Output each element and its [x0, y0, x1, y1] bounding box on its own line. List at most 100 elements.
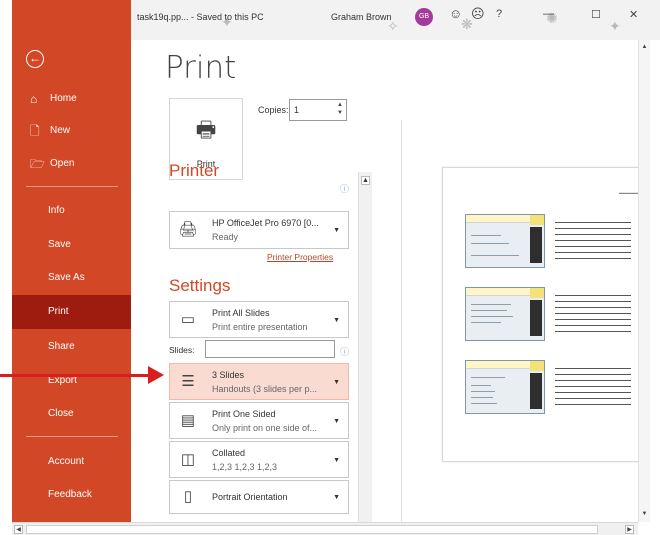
close-icon[interactable]: ✕	[629, 8, 638, 21]
chevron-down-icon: ▼	[333, 418, 340, 425]
setting-line1: Print One Sided	[212, 409, 276, 419]
title-bar: ✦ ✧ ❋ ✺ ✦ task19q.pp... - Saved to this …	[131, 0, 660, 40]
scroll-up-icon[interactable]: ▲	[361, 176, 370, 185]
backstage-nav: ← ⌂ Home 🗋 New 🗁 Open Info Save Save As …	[12, 0, 131, 522]
scroll-down-icon[interactable]: ▼	[640, 510, 649, 519]
nav-item-new[interactable]: 🗋 New	[12, 114, 131, 148]
horizontal-scrollbar[interactable]: ◀ ▶	[12, 522, 638, 535]
nav-item-label: Account	[48, 456, 85, 467]
nav-item-open[interactable]: 🗁 Open	[12, 147, 131, 181]
user-name[interactable]: Graham Brown	[331, 12, 392, 22]
nav-divider	[26, 436, 118, 437]
setting-line1: Print All Slides	[212, 308, 270, 318]
info-icon[interactable]: ⓘ	[340, 182, 349, 195]
printer-device-icon: 🖨	[178, 221, 198, 238]
nav-item-home[interactable]: ⌂ Home	[12, 82, 131, 116]
print-backstage-window: ← ⌂ Home 🗋 New 🗁 Open Info Save Save As …	[0, 0, 660, 535]
spin-arrows-icon[interactable]: ▲ ▼	[337, 101, 343, 117]
chevron-down-icon: ▼	[333, 457, 340, 464]
scroll-right-icon[interactable]: ▶	[625, 525, 634, 534]
collated-icon: ◫	[180, 451, 196, 468]
chevron-down-icon: ▼	[333, 317, 340, 324]
printer-icon: 🖶	[195, 117, 217, 142]
collation-dropdown[interactable]: ◫ Collated 1,2,3 1,2,3 1,2,3 ▼	[169, 441, 349, 478]
nav-item-label: New	[50, 125, 71, 136]
note-lines	[555, 368, 631, 410]
preview-scrollbar[interactable]: ▲ ▼	[638, 40, 650, 522]
minimize-icon[interactable]: —	[543, 8, 554, 20]
handout-icon: ☰	[181, 373, 195, 390]
info-icon[interactable]: ⓘ	[340, 345, 349, 358]
nav-item-save[interactable]: Save	[12, 228, 131, 262]
page-title: Print	[165, 50, 237, 86]
setting-line1: 3 Slides	[212, 370, 245, 380]
note-lines	[555, 222, 631, 264]
scroll-up-icon[interactable]: ▲	[640, 43, 649, 52]
nav-item-label: Home	[50, 93, 77, 104]
scrollbar-thumb[interactable]	[26, 525, 598, 534]
folder-icon: 🗁	[30, 157, 45, 171]
restore-icon[interactable]: ☐	[591, 8, 601, 21]
home-icon: ⌂	[30, 92, 38, 106]
slides-input[interactable]	[205, 340, 335, 358]
pane-divider	[401, 120, 402, 522]
nav-divider	[26, 186, 118, 187]
annotation-arrow	[0, 374, 150, 377]
document-name: task19q.pp... - Saved to this PC	[137, 12, 264, 22]
nav-item-label: Open	[50, 158, 75, 169]
nav-item-info[interactable]: Info	[12, 194, 131, 228]
nav-item-label: Save	[48, 239, 71, 250]
printer-heading: Printer	[169, 161, 220, 180]
sides-dropdown[interactable]: ▤ Print One Sided Only print on one side…	[169, 402, 349, 439]
slides-label: Slides:	[169, 345, 195, 355]
setting-line2: 1,2,3 1,2,3 1,2,3	[212, 462, 278, 472]
avatar[interactable]: GB	[415, 8, 433, 26]
nav-item-account[interactable]: Account	[12, 445, 131, 479]
nav-item-print[interactable]: Print	[12, 295, 131, 329]
setting-line2: Handouts (3 slides per p...	[212, 384, 318, 394]
copies-value: 1	[294, 105, 300, 115]
nav-item-save-as[interactable]: Save As	[12, 261, 131, 295]
help-icon[interactable]: ?	[496, 8, 502, 20]
slide-thumbnail	[465, 360, 545, 414]
setting-line1: Portrait Orientation	[212, 492, 288, 502]
setting-line2: Only print on one side of...	[212, 423, 318, 433]
nav-item-label: Feedback	[48, 489, 92, 500]
copies-stepper[interactable]: 1 ▲ ▼	[289, 99, 347, 121]
settings-heading: Settings	[169, 276, 231, 295]
settings-scrollbar[interactable]: ▲	[358, 172, 372, 522]
chevron-down-icon: ▼	[333, 227, 340, 234]
frown-feedback-icon[interactable]: ☹	[471, 6, 485, 22]
print-pane: Print 🖶 Print Copies: 1 ▲ ▼ Printer ⓘ 🖨 H…	[131, 40, 660, 522]
slide-thumbnail	[465, 287, 545, 341]
one-sided-icon: ▤	[180, 412, 196, 429]
printer-dropdown[interactable]: 🖨 HP OfficeJet Pro 6970 [0... Ready ▼	[169, 211, 349, 249]
printer-name: HP OfficeJet Pro 6970 [0...	[212, 218, 319, 228]
copies-label: Copies:	[258, 105, 289, 115]
nav-item-export[interactable]: Export	[12, 364, 131, 398]
print-preview-page: ▬▬▬▬▬	[442, 167, 648, 462]
nav-item-label: Share	[48, 341, 75, 352]
nav-item-feedback[interactable]: Feedback	[12, 478, 131, 512]
printer-properties-link[interactable]: Printer Properties	[267, 252, 333, 262]
back-arrow-icon[interactable]: ←	[26, 50, 44, 68]
new-doc-icon: 🗋	[30, 124, 40, 138]
nav-item-close[interactable]: Close	[12, 397, 131, 431]
chevron-down-icon: ▼	[333, 494, 340, 501]
nav-item-share[interactable]: Share	[12, 330, 131, 364]
slide-thumbnail	[465, 214, 545, 268]
smile-feedback-icon[interactable]: ☺	[449, 6, 462, 21]
orientation-dropdown[interactable]: ▯ Portrait Orientation ▼	[169, 480, 349, 514]
slides-icon: ▭	[180, 311, 196, 328]
setting-line2: Print entire presentation	[212, 322, 308, 332]
note-lines	[555, 295, 631, 337]
annotation-arrow-head-icon	[148, 366, 164, 384]
portrait-icon: ▯	[183, 488, 193, 505]
nav-item-label: Print	[48, 306, 69, 317]
print-range-dropdown[interactable]: ▭ Print All Slides Print entire presenta…	[169, 301, 349, 338]
printer-status: Ready	[212, 232, 239, 242]
scroll-left-icon[interactable]: ◀	[14, 525, 23, 534]
nav-item-label: Close	[48, 408, 74, 419]
doodle-decoration-icon: ✦	[609, 18, 621, 34]
layout-dropdown[interactable]: ☰ 3 Slides Handouts (3 slides per p... ▼	[169, 363, 349, 400]
